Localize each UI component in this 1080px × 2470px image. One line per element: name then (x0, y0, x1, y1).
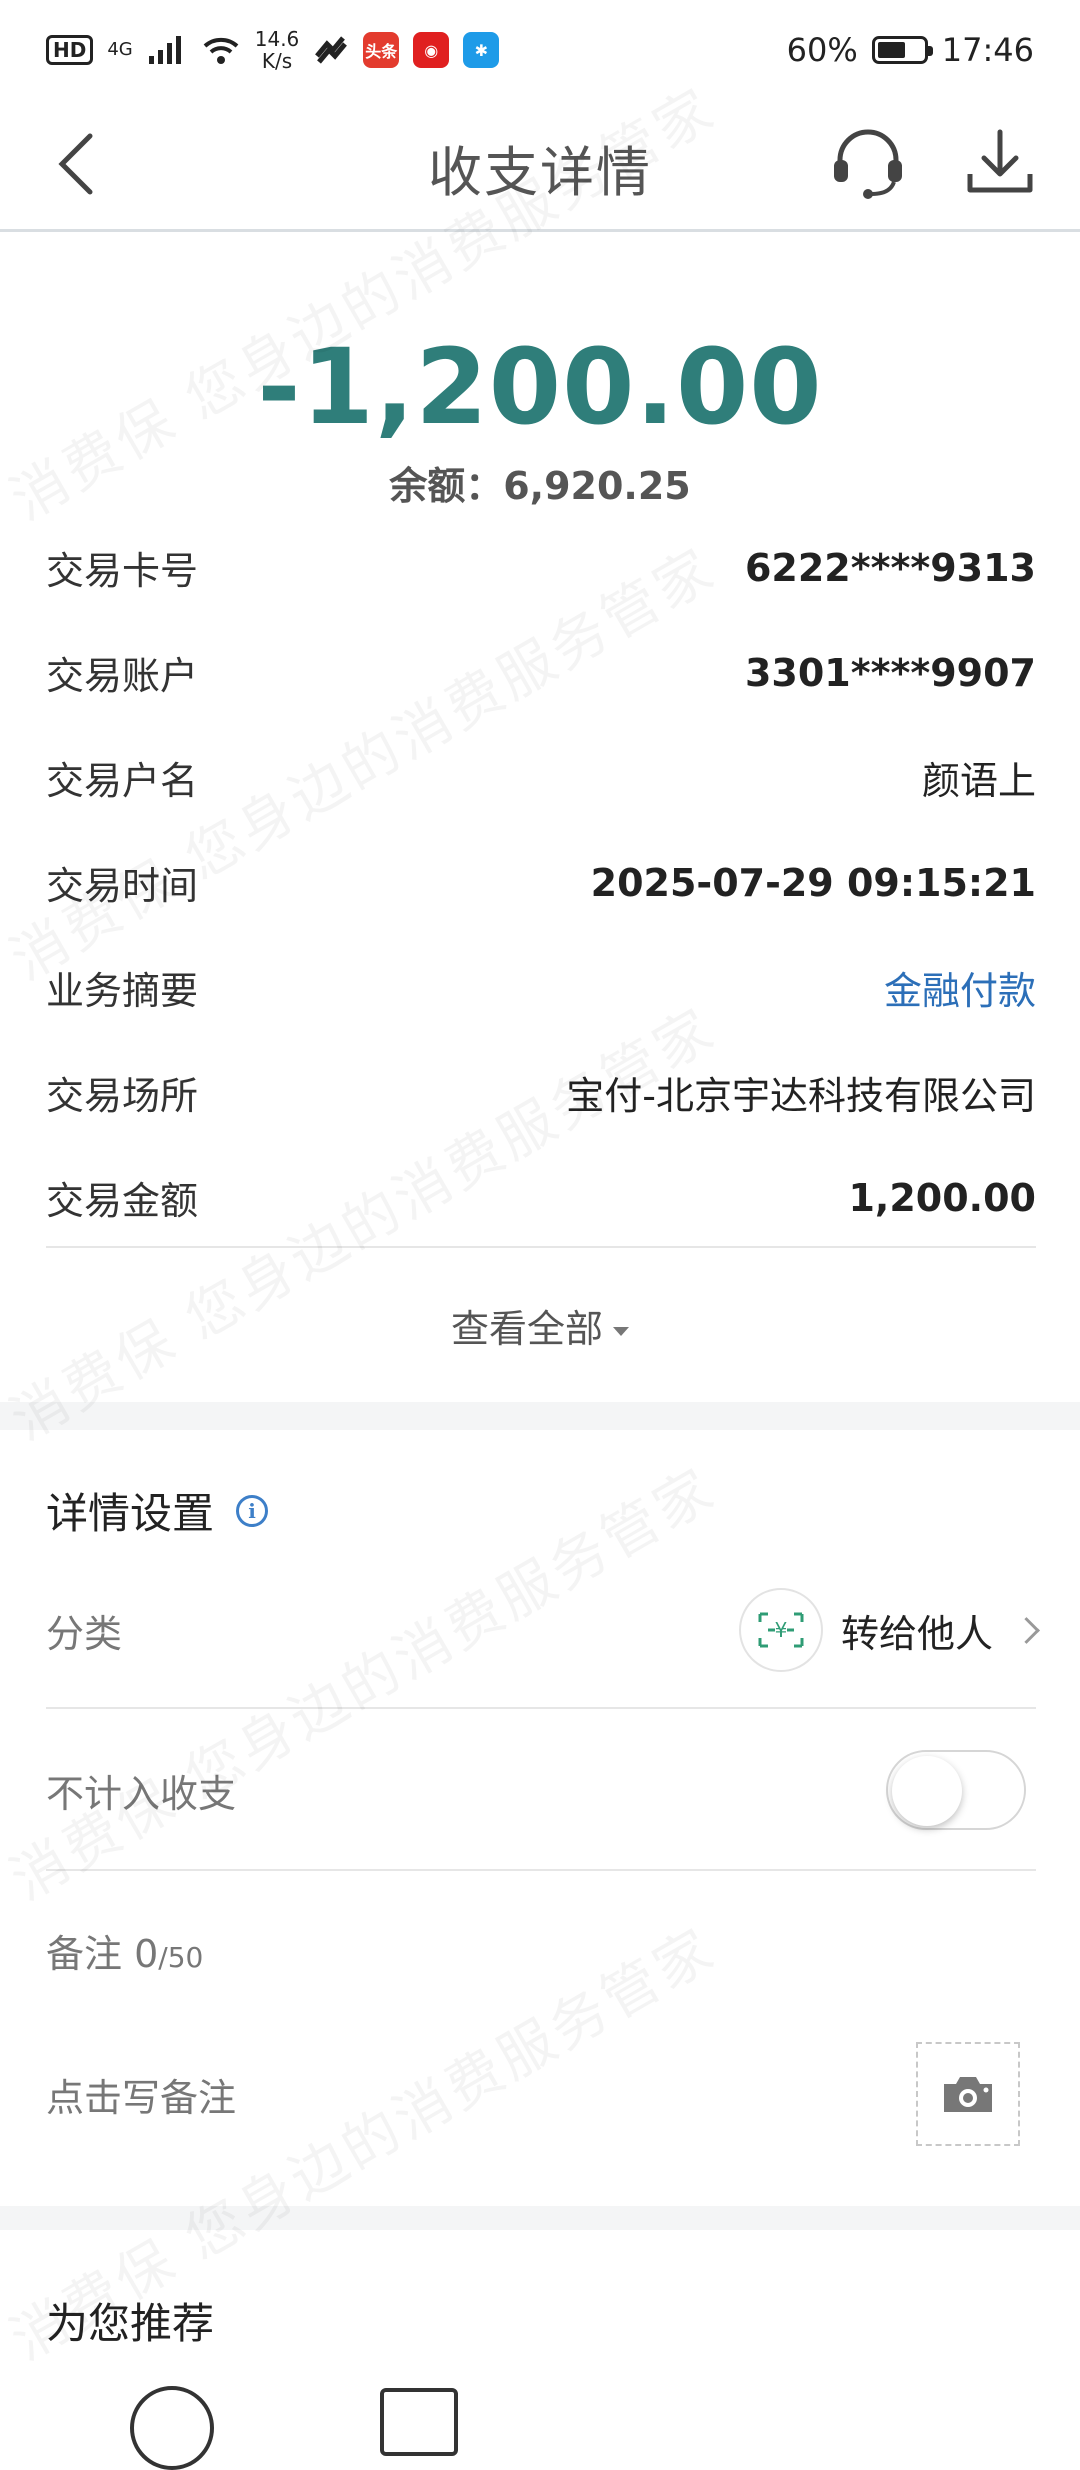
transaction-amount: -1,200.00 (257, 326, 823, 448)
category-label: 分类 (46, 1611, 123, 1656)
music-app-icon: ◉ (413, 32, 450, 68)
section-separator (0, 1402, 1080, 1430)
headset-icon (834, 129, 902, 199)
detail-label: 交易户名 (46, 759, 199, 803)
divider (46, 1869, 1036, 1871)
detail-label: 交易卡号 (46, 549, 199, 593)
note-input-row: 点击写备注 (46, 2040, 1036, 2148)
toutiao-app-icon: 头条 (363, 32, 400, 68)
note-counter: 0/50 (134, 1931, 204, 1976)
detail-label: 交易时间 (46, 864, 199, 908)
note-header-row: 备注 0/50 (46, 1905, 1036, 1995)
toggle-knob (892, 1756, 962, 1826)
detail-value: 宝付-北京宇达科技有限公司 (566, 1074, 1036, 1118)
settings-section-title: 详情设置 i (46, 1480, 269, 1541)
detail-row-merchant: 交易场所 宝付-北京宇达科技有限公司 (46, 1040, 1036, 1145)
info-icon[interactable]: i (236, 1494, 269, 1527)
battery-icon (871, 36, 933, 64)
download-icon (967, 129, 1033, 193)
detail-label: 交易金额 (46, 1179, 199, 1223)
category-row[interactable]: 分类 ¥ 转给他人 (46, 1580, 1040, 1680)
detail-value: 3301****9907 (744, 650, 1036, 695)
hd-indicator: HD (46, 35, 94, 65)
status-bar: HD 4G 14.6 K/s 头条 ◉ ✱ 60% 17:46 (0, 0, 1080, 100)
camera-icon (944, 2077, 992, 2112)
detail-row-card-number: 交易卡号 6222****9313 (46, 515, 1036, 620)
transaction-detail-list: 交易卡号 6222****9313 交易账户 3301****9907 交易户名… (46, 515, 1036, 1250)
signal-icon (148, 36, 181, 64)
router-app-icon: ✱ (463, 32, 500, 68)
settings-title-text: 详情设置 (46, 1489, 215, 1538)
detail-row-time: 交易时间 2025-07-29 09:15:21 (46, 830, 1036, 935)
view-all-button[interactable]: 查看全部 (0, 1298, 1080, 1353)
divider (46, 1707, 1036, 1709)
detail-value: 颜语上 (921, 759, 1036, 803)
detail-label: 交易账户 (46, 654, 199, 698)
recommend-item-icon[interactable] (380, 2388, 458, 2456)
svg-text:¥: ¥ (775, 1618, 788, 1642)
chevron-right-icon (1013, 1616, 1040, 1644)
wifi-icon (203, 37, 239, 64)
note-label: 备注 0/50 (46, 1931, 204, 1976)
add-photo-button[interactable] (916, 2042, 1020, 2146)
network-speed: 14.6 K/s (254, 27, 300, 73)
exclude-toggle[interactable] (886, 1750, 1026, 1830)
detail-row-account-name: 交易户名 颜语上 (46, 725, 1036, 830)
recommend-section-title: 为您推荐 (46, 2290, 214, 2351)
transfer-category-icon: ¥ (738, 1588, 823, 1672)
divider (46, 1246, 1036, 1248)
balance-text: 余额：6,920.25 (389, 464, 691, 508)
download-button[interactable] (958, 120, 1042, 204)
detail-label: 交易场所 (46, 1074, 199, 1118)
exclude-label: 不计入收支 (46, 1771, 237, 1816)
customer-service-button[interactable] (826, 120, 910, 204)
exclude-row: 不计入收支 (46, 1740, 1036, 1840)
detail-value: 6222****9313 (744, 545, 1036, 590)
recommend-title-text: 为您推荐 (46, 2299, 215, 2348)
detail-value: 2025-07-29 09:15:21 (590, 860, 1036, 905)
summary-link[interactable]: 金融付款 (884, 960, 1036, 1015)
detail-value: 1,200.00 (848, 1175, 1036, 1220)
clock: 17:46 (941, 31, 1034, 69)
view-all-label: 查看全部 (450, 1307, 603, 1351)
caret-down-icon (613, 1327, 629, 1336)
detail-row-summary: 业务摘要 金融付款 (46, 935, 1036, 1040)
note-input[interactable]: 点击写备注 (46, 2067, 236, 2122)
network-type: 4G (107, 39, 133, 60)
page-title: 收支详情 (428, 141, 652, 204)
recommend-item-icon[interactable] (130, 2386, 214, 2470)
category-value: 转给他人 (840, 1611, 993, 1656)
top-app-bar: 收支详情 (0, 100, 1080, 232)
battery-percent: 60% (786, 31, 858, 69)
detail-row-account: 交易账户 3301****9907 (46, 620, 1036, 725)
detail-label: 业务摘要 (46, 969, 199, 1013)
detail-row-amount: 交易金额 1,200.00 (46, 1145, 1036, 1250)
link-app-icon (315, 36, 348, 64)
section-separator (0, 2206, 1080, 2230)
